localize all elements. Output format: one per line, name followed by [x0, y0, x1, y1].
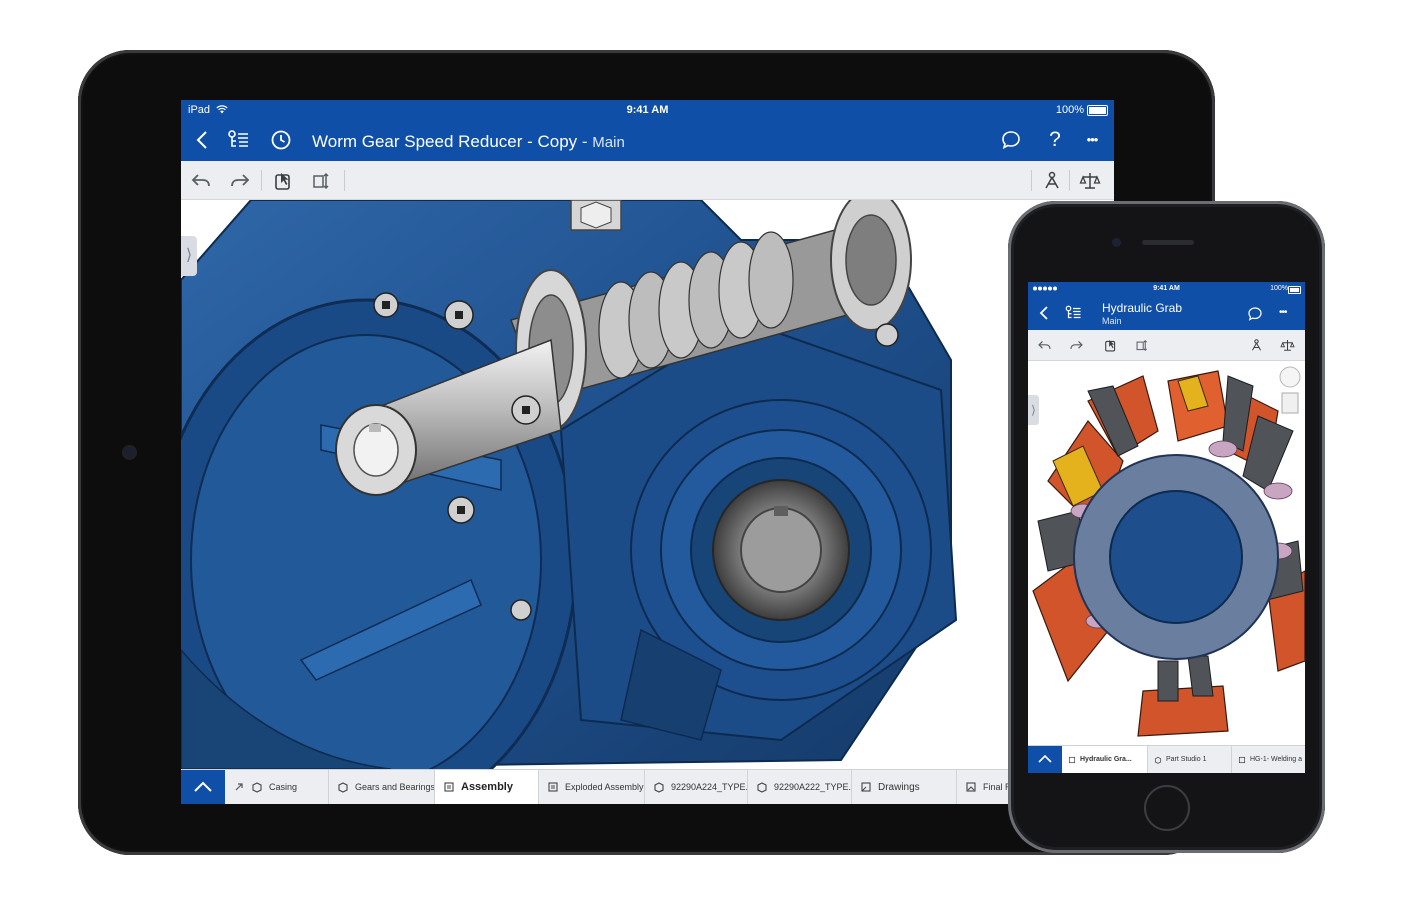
tab-92290a222[interactable]: 92290A222_TYPE... [748, 770, 852, 804]
chevron-up-icon [1038, 754, 1052, 763]
tab-label: Hydraulic Gra... [1080, 756, 1132, 763]
mate-connector-icon[interactable] [1249, 338, 1264, 353]
measure-icon[interactable] [1135, 338, 1150, 353]
status-battery-text: 100% [1055, 104, 1084, 116]
drawing-icon [861, 782, 871, 792]
tab-label: Exploded Assembly [565, 782, 644, 792]
drawing-icon [1238, 756, 1246, 763]
iphone-status-battery-text: 100% [1270, 285, 1288, 292]
iphone-tab-bar: Hydraulic Gra... Part Studio 1 HG-1- Wel… [1028, 745, 1305, 773]
tab-label: Part Studio 1 [1166, 756, 1207, 763]
part-studio-icon [757, 782, 767, 793]
redo-icon[interactable] [229, 170, 251, 192]
tab-label: Gears and Bearings [355, 782, 435, 792]
mass-properties-icon[interactable] [1280, 338, 1295, 353]
more-menu-button[interactable]: ••• [1279, 304, 1297, 322]
3d-model-viewport[interactable]: ⟩ [181, 200, 1114, 769]
hydraulic-grab-model[interactable] [1028, 361, 1305, 747]
feature-tree-icon[interactable] [1064, 304, 1082, 322]
comment-icon[interactable] [999, 128, 1023, 152]
tab-part-studio-1[interactable]: Part Studio 1 [1148, 746, 1232, 773]
chevron-up-icon [194, 781, 212, 792]
home-button[interactable] [1144, 785, 1190, 831]
toolbar-divider [261, 170, 262, 191]
tab-label: 92290A224_TYPE... [671, 782, 748, 792]
back-chevron-icon[interactable] [191, 128, 215, 152]
undo-icon[interactable] [190, 170, 212, 192]
iphone-document-title: Hydraulic Grab [1102, 301, 1183, 315]
part-studio-icon [252, 782, 262, 793]
battery-icon [1087, 105, 1108, 116]
iphone-editor-toolbar [1028, 330, 1305, 361]
document-nav-bar: Worm Gear Speed Reducer - Copy - Main ? … [181, 120, 1114, 161]
clock-icon[interactable] [269, 128, 293, 152]
battery-icon [1288, 286, 1301, 294]
iphone-status-bar: 9:41 AM 100% [1028, 282, 1305, 296]
tab-assembly[interactable]: Assembly [435, 770, 539, 804]
tab-92290a224[interactable]: 92290A224_TYPE... [645, 770, 748, 804]
mass-properties-icon[interactable] [1079, 170, 1101, 192]
tab-label: Drawings [878, 781, 920, 793]
assembly-icon [1068, 756, 1076, 763]
document-title: Worm Gear Speed Reducer - Copy - Main [312, 132, 625, 152]
part-studio-icon [338, 782, 348, 793]
part-studio-icon [1154, 756, 1162, 764]
side-panel-handle[interactable]: ⟩ [181, 236, 197, 276]
title-separator: - [577, 132, 593, 151]
ipad-status-bar: iPad 9:41 AM 100% [181, 100, 1114, 120]
image-icon [966, 782, 976, 792]
branch-name: Main [592, 134, 625, 151]
iphone-status-time: 9:41 AM [1153, 285, 1180, 292]
feature-tree-icon[interactable] [226, 128, 250, 152]
tab-casing[interactable]: Casing [225, 770, 329, 804]
document-tab-bar: Casing Gears and Bearings Assembly Explo… [181, 769, 1114, 804]
iphone-screen: 9:41 AM 100% Hydraulic Grab Main ••• ⟩ H… [1028, 282, 1305, 773]
tab-label: HG-1- Welding a [1250, 756, 1303, 763]
assembly-icon [548, 782, 558, 792]
tab-manager-button[interactable] [181, 770, 225, 804]
tab-gears-and-bearings[interactable]: Gears and Bearings [329, 770, 435, 804]
part-studio-icon [654, 782, 664, 793]
iphone-nav-bar: Hydraulic Grab Main ••• [1028, 296, 1305, 330]
toolbar-divider [344, 170, 345, 191]
side-panel-handle[interactable]: ⟩ [1028, 395, 1039, 425]
tab-label: Casing [269, 782, 298, 792]
iphone-device: 9:41 AM 100% Hydraulic Grab Main ••• ⟩ H… [1008, 201, 1325, 853]
ipad-camera [124, 447, 135, 458]
iphone-speaker [1142, 240, 1194, 245]
iphone-branch-name: Main [1102, 316, 1122, 326]
assembly-icon [444, 782, 454, 792]
tab-exploded-assembly[interactable]: Exploded Assembly [539, 770, 645, 804]
iphone-camera [1112, 238, 1121, 247]
tab-hydraulic-grab[interactable]: Hydraulic Gra... [1062, 746, 1148, 773]
document-name: Worm Gear Speed Reducer - Copy [312, 132, 578, 151]
redo-icon[interactable] [1069, 338, 1084, 353]
worm-gear-model[interactable] [181, 200, 1114, 769]
toolbar-divider [1031, 170, 1032, 191]
more-menu-button[interactable]: ••• [1080, 128, 1104, 152]
tab-label: 92290A222_TYPE... [774, 782, 852, 792]
help-button[interactable]: ? [1043, 128, 1067, 152]
iphone-3d-viewport[interactable]: ⟩ [1028, 361, 1305, 747]
select-icon[interactable] [272, 170, 294, 192]
tab-hg-1-welding[interactable]: HG-1- Welding a [1232, 746, 1305, 773]
mate-connector-icon[interactable] [1041, 170, 1063, 192]
link-icon [235, 783, 243, 791]
measure-icon[interactable] [311, 170, 333, 192]
editor-toolbar [181, 161, 1114, 200]
tab-label: Assembly [461, 781, 513, 793]
toolbar-divider [1069, 170, 1070, 191]
tab-manager-button[interactable] [1028, 746, 1062, 773]
back-chevron-icon[interactable] [1036, 304, 1054, 322]
status-time: 9:41 AM [626, 104, 669, 116]
select-icon[interactable] [1103, 338, 1118, 353]
ipad-screen: iPad 9:41 AM 100% Worm Gear Speed Reduce… [181, 100, 1114, 804]
tab-drawings[interactable]: Drawings [852, 770, 957, 804]
undo-icon[interactable] [1037, 338, 1052, 353]
comment-icon[interactable] [1246, 305, 1264, 323]
